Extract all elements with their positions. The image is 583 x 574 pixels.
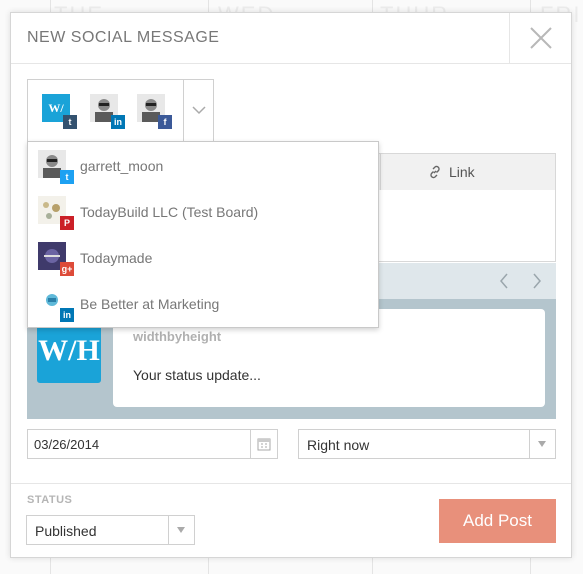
chevron-left-icon[interactable] [499,273,509,289]
selected-account-garrett-linkedin[interactable]: in [90,94,125,129]
close-button[interactable] [509,13,571,64]
new-social-message-modal: NEW SOCIAL MESSAGE W/ t in f Link W/H wi… [10,12,572,558]
pinterest-icon: P [60,216,74,230]
account-dropdown-toggle[interactable] [183,80,213,141]
facebook-icon: f [158,115,172,129]
calendar-button[interactable] [250,430,277,458]
menu-item-todaybuild-pinterest[interactable]: P TodayBuild LLC (Test Board) [28,188,378,234]
account-dropdown-menu: t garrett_moon P TodayBuild LLC (Test Bo… [27,141,379,328]
menu-item-label: TodayBuild LLC (Test Board) [80,204,259,220]
chevron-right-icon[interactable] [532,273,542,289]
add-post-button[interactable]: Add Post [439,499,556,543]
modal-header: NEW SOCIAL MESSAGE [11,13,571,64]
caret-down-icon [538,441,546,447]
status-value: Published [35,523,97,539]
twitter-icon: t [60,170,74,184]
selected-account-widthbyheight-tumblr[interactable]: W/ t [42,94,77,129]
select-caret [529,430,555,458]
linkedin-icon: in [60,308,74,322]
status-label: STATUS [27,494,73,506]
google-plus-icon: g+ [60,262,74,276]
tab-link-label: Link [449,164,475,180]
linkedin-icon: in [111,115,125,129]
preview-status-text: Your status update... [133,367,261,383]
modal-title: NEW SOCIAL MESSAGE [27,29,220,46]
schedule-time-select[interactable]: Right now [298,429,556,459]
calendar-icon [257,438,271,451]
menu-item-be-better-linkedin[interactable]: in Be Better at Marketing [28,280,378,326]
selected-account-garrett-facebook[interactable]: f [137,94,172,129]
select-caret [168,516,194,544]
tumblr-icon: t [63,115,77,129]
chevron-down-icon [192,106,206,115]
date-value: 03/26/2014 [34,437,100,452]
schedule-time-value: Right now [307,437,370,453]
account-selector[interactable]: W/ t in f [27,79,214,142]
menu-item-label: Todaymade [80,250,153,266]
preview-account-name: widthbyheight [133,329,222,344]
status-select[interactable]: Published [26,515,195,545]
tab-link[interactable]: Link [380,154,556,190]
close-icon [530,27,552,49]
caret-down-icon [177,527,185,533]
footer-divider [11,483,571,484]
preview-account-logo: W/H [37,319,101,383]
link-icon [430,165,440,179]
menu-item-garrett-moon-twitter[interactable]: t garrett_moon [28,142,378,188]
date-field[interactable]: 03/26/2014 [27,429,278,459]
menu-item-label: garrett_moon [80,158,164,174]
menu-item-label: Be Better at Marketing [80,296,220,312]
menu-item-todaymade-google-plus[interactable]: g+ Todaymade [28,234,378,280]
